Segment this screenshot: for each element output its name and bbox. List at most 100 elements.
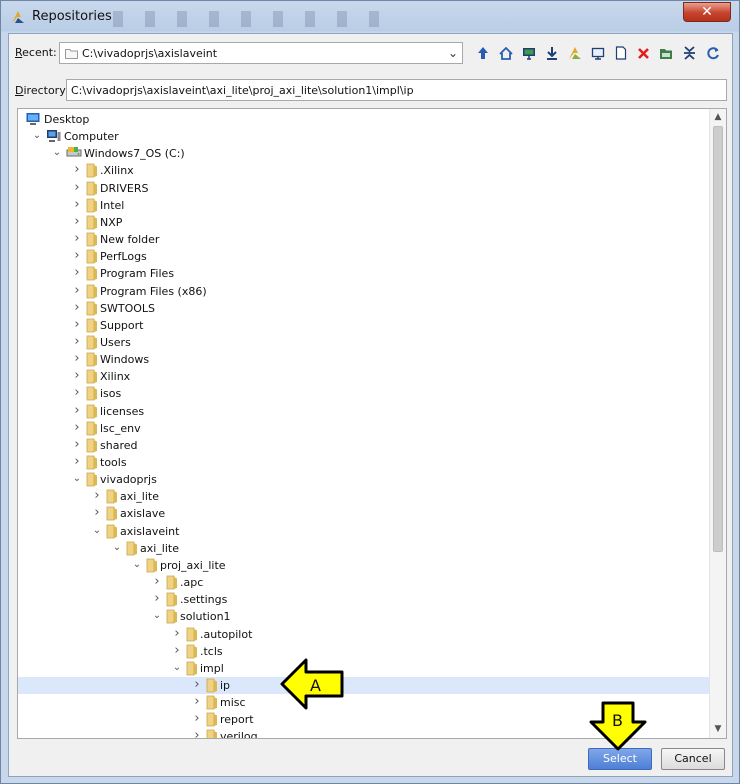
computer-icon (591, 47, 604, 60)
chevron-down-icon[interactable]: ⌄ (132, 558, 142, 572)
tree-row[interactable]: › tools (18, 454, 710, 471)
tree-row[interactable]: › DRIVERS (18, 180, 710, 197)
scroll-down-icon[interactable]: ▼ (710, 721, 726, 737)
chevron-right-icon[interactable]: › (72, 163, 82, 177)
tree-row-label: ip (220, 678, 231, 692)
chevron-right-icon[interactable]: › (72, 249, 82, 263)
chevron-down-icon[interactable]: ⌄ (92, 524, 102, 538)
tree-row[interactable]: › Program Files (18, 265, 710, 282)
chevron-right-icon[interactable]: › (72, 232, 82, 246)
chevron-down-icon[interactable]: ⌄ (112, 541, 122, 555)
tree-row[interactable]: › .autopilot (18, 626, 710, 643)
tree-row[interactable]: › .Xilinx (18, 162, 710, 179)
chevron-right-icon[interactable]: › (72, 386, 82, 400)
chevron-right-icon[interactable]: › (152, 592, 162, 606)
tree-row[interactable]: › Program Files (x86) (18, 283, 710, 300)
chevron-right-icon[interactable]: › (72, 317, 82, 332)
download-button[interactable] (541, 42, 562, 64)
tree-row[interactable]: › ip (18, 676, 710, 694)
delete-button[interactable] (633, 42, 654, 64)
chevron-right-icon[interactable]: › (72, 334, 82, 349)
chevron-down-icon[interactable]: ⌄ (32, 129, 42, 143)
tree-row[interactable]: ⌄ axi_lite (18, 540, 710, 557)
tree-row[interactable]: ⌄ solution1 (18, 608, 710, 625)
tree-row[interactable]: › .apc (18, 574, 710, 591)
directory-field[interactable]: C:\vivadoprjs\axislaveint\axi_lite\proj_… (66, 79, 727, 101)
refresh-button[interactable] (702, 42, 723, 64)
close-button[interactable]: ✕ (683, 2, 731, 22)
tree-row[interactable]: Desktop (18, 111, 710, 128)
chevron-right-icon[interactable]: › (192, 712, 202, 726)
scroll-up-icon[interactable]: ▲ (710, 109, 726, 125)
tree-row[interactable]: ⌄ axislaveint (18, 523, 710, 540)
tree-row[interactable]: › NXP (18, 214, 710, 231)
cancel-button[interactable]: Cancel (661, 748, 725, 770)
tree-row[interactable]: › Intel (18, 197, 710, 214)
chevron-right-icon[interactable]: › (72, 403, 82, 418)
chevron-right-icon[interactable]: › (92, 489, 102, 503)
new-file-button[interactable] (610, 42, 631, 64)
chevron-right-icon[interactable]: › (72, 283, 82, 298)
tree-row[interactable]: › lsc_env (18, 420, 710, 437)
tree-row[interactable]: › Users (18, 334, 710, 351)
chevron-right-icon[interactable]: › (72, 369, 82, 383)
tree-row[interactable]: › PerfLogs (18, 248, 710, 265)
folder-tree[interactable]: Desktop ⌄ Computer ⌄ Windows7_OS (C:) › .Xilin… (17, 108, 727, 739)
chevron-right-icon[interactable]: › (192, 677, 202, 692)
tree-row[interactable]: › .settings (18, 591, 710, 608)
chevron-right-icon[interactable]: › (72, 420, 82, 435)
tree-row[interactable]: ⌄ impl (18, 660, 710, 677)
chevron-down-icon[interactable]: ⌄ (152, 609, 162, 623)
chevron-right-icon[interactable]: › (72, 455, 82, 469)
chevron-right-icon[interactable]: › (152, 575, 162, 589)
up-folder-button[interactable] (472, 42, 493, 64)
chevron-down-icon[interactable]: ⌄ (52, 146, 62, 160)
tree-row-label: vivadoprjs (100, 473, 157, 487)
scrollbar-thumb[interactable] (713, 126, 723, 552)
tree-row[interactable]: › New folder (18, 231, 710, 248)
tree-row[interactable]: ⌄ Computer (18, 128, 710, 145)
collapse-all-button[interactable] (679, 42, 700, 64)
tree-row-label: Xilinx (100, 370, 131, 384)
tree-row[interactable]: › SWTOOLS (18, 300, 710, 317)
tree-row-label: misc (220, 696, 246, 710)
tree-row[interactable]: › shared (18, 437, 710, 454)
new-folder-button[interactable] (656, 42, 677, 64)
tree-row[interactable]: › licenses (18, 403, 710, 420)
tree-row[interactable]: › axi_lite (18, 488, 710, 505)
chevron-down-icon[interactable]: ⌄ (172, 661, 182, 675)
chevron-right-icon[interactable]: › (72, 352, 82, 366)
chevron-right-icon[interactable]: › (72, 180, 82, 195)
computer-button[interactable] (587, 42, 608, 64)
tree-row-label: tools (100, 456, 127, 469)
vertical-scrollbar[interactable]: ▲ ▼ (709, 109, 726, 738)
tree-row[interactable]: › .tcls (18, 643, 710, 660)
chevron-right-icon[interactable]: › (172, 643, 182, 658)
vivado-project-button[interactable] (564, 42, 585, 64)
desktop-button[interactable] (518, 42, 539, 64)
vivado-logo-icon (568, 47, 581, 59)
tree-row[interactable]: ⌄ proj_axi_lite (18, 557, 710, 574)
tree-row[interactable]: › Support (18, 317, 710, 334)
chevron-right-icon[interactable]: › (72, 214, 82, 229)
chevron-right-icon[interactable]: › (192, 729, 202, 738)
tree-row[interactable]: › axislave (18, 505, 710, 522)
chevron-down-icon[interactable]: ⌄ (72, 472, 82, 486)
tree-row[interactable]: › Xilinx (18, 368, 710, 385)
chevron-right-icon[interactable]: › (72, 437, 82, 452)
chevron-right-icon[interactable]: › (92, 506, 102, 520)
title-bar[interactable]: Repositories ✕ (1, 1, 739, 33)
recent-combo[interactable]: C:\vivadoprjs\axislaveint ⌄ (59, 42, 463, 64)
chevron-right-icon[interactable]: › (72, 300, 82, 315)
tree-row[interactable]: ⌄ vivadoprjs (18, 471, 710, 488)
tree-row[interactable]: › isos (18, 385, 710, 402)
chevron-right-icon[interactable]: › (72, 266, 82, 280)
chevron-right-icon[interactable]: › (192, 695, 202, 709)
tree-row[interactable]: ⌄ Windows7_OS (C:) (18, 145, 710, 162)
tree-row-label: New folder (100, 233, 160, 247)
tree-row[interactable]: › Windows (18, 351, 710, 368)
chevron-down-icon[interactable]: ⌄ (448, 46, 458, 60)
chevron-right-icon[interactable]: › (72, 197, 82, 212)
home-button[interactable] (495, 42, 516, 64)
chevron-right-icon[interactable]: › (172, 626, 182, 641)
